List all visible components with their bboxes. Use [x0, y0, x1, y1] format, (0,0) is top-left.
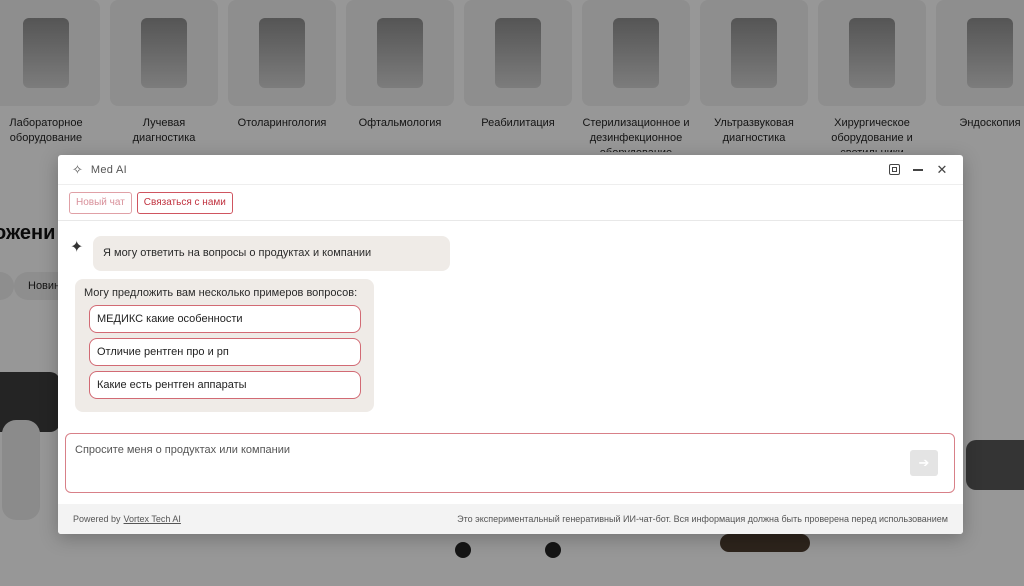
- sparkle-icon: ✧: [72, 161, 83, 177]
- suggestion-button[interactable]: МЕДИКС какие особенности: [89, 305, 361, 333]
- dialog-toolbar: Новый чат Связаться с нами: [58, 185, 963, 221]
- contact-us-button[interactable]: Связаться с нами: [136, 191, 233, 214]
- suggestion-button[interactable]: Отличие рентген про и рп: [89, 338, 361, 366]
- send-button[interactable]: ➔: [910, 450, 938, 476]
- expand-icon: [888, 164, 900, 175]
- chat-input-box: ➔: [65, 433, 955, 493]
- expand-button[interactable]: [887, 163, 901, 177]
- dialog-footer: Powered by Vortex Tech AI Это эксперимен…: [58, 504, 963, 534]
- vortex-link[interactable]: Vortex Tech AI: [124, 514, 181, 524]
- suggestions-label: Могу предложить вам несколько примеров в…: [84, 287, 358, 299]
- disclaimer-text: Это экспериментальный генеративный ИИ-ча…: [457, 514, 948, 524]
- suggestions-message: Могу предложить вам несколько примеров в…: [75, 279, 374, 412]
- window-controls: ✕: [887, 161, 949, 177]
- arrow-right-icon: ➔: [918, 455, 930, 470]
- dialog-header: ✧ Med AI ✕: [58, 155, 963, 185]
- chat-input[interactable]: [75, 444, 895, 484]
- powered-by-label: Powered by: [73, 514, 121, 524]
- new-chat-button[interactable]: Новый чат: [69, 191, 132, 214]
- minimize-icon: [913, 168, 923, 171]
- suggestion-button[interactable]: Какие есть рентген аппараты: [89, 371, 361, 399]
- close-button[interactable]: ✕: [935, 161, 949, 177]
- assistant-sparkle-icon: ✦: [70, 239, 84, 256]
- minimize-button[interactable]: [911, 163, 925, 177]
- chat-body: ✦ Я могу ответить на вопросы о продуктах…: [58, 222, 963, 534]
- chat-dialog: ✧ Med AI ✕ Новый чат Связаться с нами ✦ …: [58, 155, 963, 534]
- assistant-message: Я могу ответить на вопросы о продуктах и…: [93, 236, 450, 271]
- close-icon: ✕: [936, 161, 948, 177]
- dialog-title: Med AI: [90, 163, 127, 176]
